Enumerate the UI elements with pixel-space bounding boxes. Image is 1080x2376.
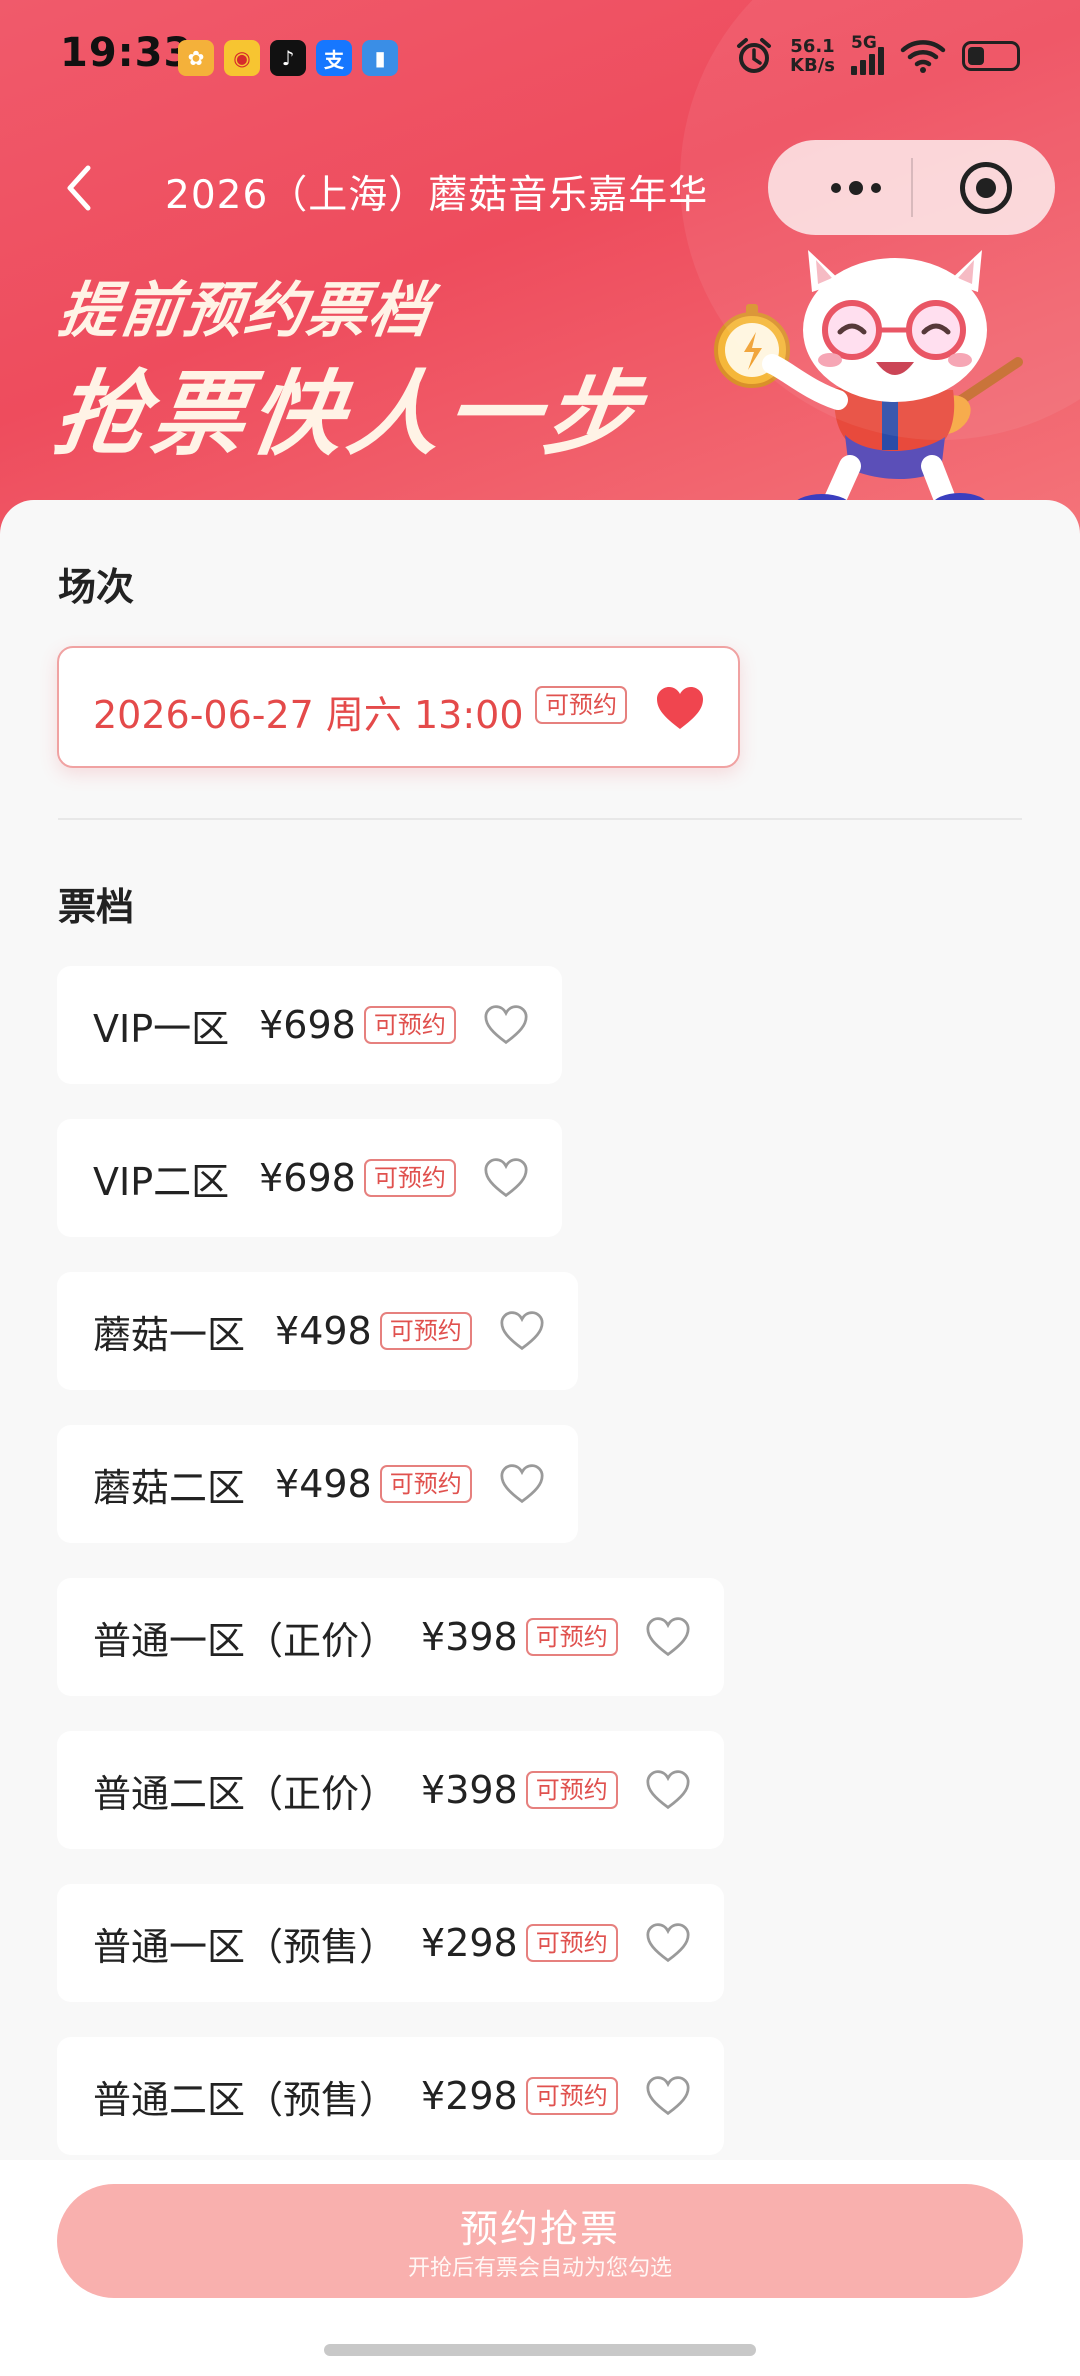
reservable-badge: 可预约 — [525, 1924, 618, 1962]
reservable-badge: 可预约 — [379, 1465, 472, 1503]
heart-outline-icon[interactable] — [644, 1921, 692, 1965]
ticket-name: 普通二区（预售） — [93, 2077, 398, 2122]
ticket-option[interactable]: VIP一区 ¥698 可预约 — [57, 966, 562, 1084]
more-options-button[interactable] — [800, 140, 912, 235]
ticket-option[interactable]: 蘑菇二区 ¥498 可预约 — [57, 1425, 578, 1543]
ticket-name: 普通一区（正价） — [93, 1618, 398, 1663]
ticket-option[interactable]: 普通一区（预售） ¥298 可预约 — [57, 1884, 724, 2002]
files-app-icon: ▮ — [362, 40, 398, 76]
close-mini-program-button[interactable] — [960, 162, 1012, 214]
heart-filled-icon[interactable] — [654, 684, 706, 732]
reserve-button-label: 预约抢票 — [459, 2207, 620, 2251]
reservable-badge: 可预约 — [535, 686, 627, 724]
navigation-bar: 2026（上海）蘑菇音乐嘉年华 — [0, 140, 1080, 240]
network-speed-value: 56.1 — [790, 36, 835, 57]
reservable-badge: 可预约 — [379, 1312, 472, 1350]
home-indicator[interactable] — [324, 2344, 756, 2356]
ticket-name: VIP二区 — [93, 1159, 230, 1204]
status-bar: 19:33 ✿ ◉ ♪ 支 ▮ 56.1 KB/s 5G — [0, 0, 1080, 120]
heart-outline-icon[interactable] — [498, 1462, 546, 1506]
battery-icon — [962, 41, 1020, 71]
heart-outline-icon[interactable] — [644, 2074, 692, 2118]
section-divider — [58, 818, 1022, 820]
heart-outline-icon[interactable] — [644, 1768, 692, 1812]
ticket-price: ¥698 — [259, 1003, 356, 1047]
mini-program-capsule — [768, 140, 1055, 235]
battery-level — [968, 47, 984, 65]
heart-outline-icon[interactable] — [644, 1615, 692, 1659]
notification-app-icons: ✿ ◉ ♪ 支 ▮ — [178, 40, 398, 76]
status-time: 19:33 — [60, 30, 193, 76]
reservable-badge: 可预约 — [525, 1618, 618, 1656]
heart-outline-icon[interactable] — [482, 1003, 530, 1047]
ticket-name: VIP一区 — [93, 1006, 230, 1051]
session-option-selected[interactable]: 2026-06-27 周六 13:00 可预约 — [57, 646, 740, 768]
ticket-option[interactable]: 普通一区（正价） ¥398 可预约 — [57, 1578, 724, 1696]
ticket-price: ¥698 — [259, 1156, 356, 1200]
ticket-option[interactable]: 普通二区（正价） ¥398 可预约 — [57, 1731, 724, 1849]
ticket-option[interactable]: 蘑菇一区 ¥498 可预约 — [57, 1272, 578, 1390]
network-speed-unit: KB/s — [790, 55, 835, 76]
reservable-badge: 可预约 — [363, 1159, 456, 1197]
session-datetime: 2026-06-27 周六 13:00 — [93, 693, 524, 737]
more-dot-icon — [871, 182, 881, 193]
cat-mascot-icon — [714, 250, 1023, 527]
page-title: 2026（上海）蘑菇音乐嘉年华 — [165, 173, 709, 218]
wifi-icon — [900, 40, 946, 73]
chevron-left-icon — [67, 165, 91, 211]
slogan-line-2: 抢票快人一步 — [47, 361, 651, 468]
reservable-badge: 可预约 — [525, 2077, 618, 2115]
ticket-name: 蘑菇二区 — [93, 1465, 246, 1510]
network-speed: 56.1 KB/s — [790, 37, 835, 75]
session-section-title: 场次 — [58, 565, 135, 609]
ticket-section-title: 票档 — [58, 885, 135, 929]
reserve-tickets-button[interactable]: 预约抢票 开抢后有票会自动为您勾选 — [57, 2184, 1023, 2298]
tiktok-app-icon: ♪ — [270, 40, 306, 76]
heart-outline-icon[interactable] — [498, 1309, 546, 1353]
more-dot-icon — [831, 182, 841, 193]
photos-app-icon: ✿ — [178, 40, 214, 76]
ticket-option[interactable]: VIP二区 ¥698 可预约 — [57, 1119, 562, 1237]
network-type: 5G — [851, 33, 877, 53]
ticket-name: 普通二区（正价） — [93, 1771, 398, 1816]
ticket-price: ¥398 — [421, 1768, 518, 1812]
alipay-app-icon: 支 — [316, 40, 352, 76]
ticket-price: ¥298 — [421, 2074, 518, 2118]
heart-outline-icon[interactable] — [482, 1156, 530, 1200]
reservable-badge: 可预约 — [525, 1771, 618, 1809]
ticket-price: ¥498 — [275, 1309, 372, 1353]
reservable-badge: 可预约 — [363, 1006, 456, 1044]
cellular-signal-icon — [851, 41, 884, 75]
weibo-app-icon: ◉ — [224, 40, 260, 76]
ticket-option[interactable]: 普通二区（预售） ¥298 可预约 — [57, 2037, 724, 2155]
slogan-line-1: 提前预约票档 — [54, 276, 437, 346]
ticket-price: ¥498 — [275, 1462, 372, 1506]
reserve-button-sublabel: 开抢后有票会自动为您勾选 — [407, 2256, 672, 2281]
more-dot-icon — [849, 180, 863, 195]
capsule-divider — [911, 158, 913, 217]
ticket-name: 普通一区（预售） — [93, 1924, 398, 1969]
back-button[interactable] — [62, 160, 102, 220]
hero-banner: 19:33 ✿ ◉ ♪ 支 ▮ 56.1 KB/s 5G 2026（上海）蘑菇音… — [0, 0, 1080, 540]
ticket-price: ¥398 — [421, 1615, 518, 1659]
ticket-name: 蘑菇一区 — [93, 1312, 246, 1357]
alarm-clock-icon — [737, 38, 772, 73]
ticket-price: ¥298 — [421, 1921, 518, 1965]
